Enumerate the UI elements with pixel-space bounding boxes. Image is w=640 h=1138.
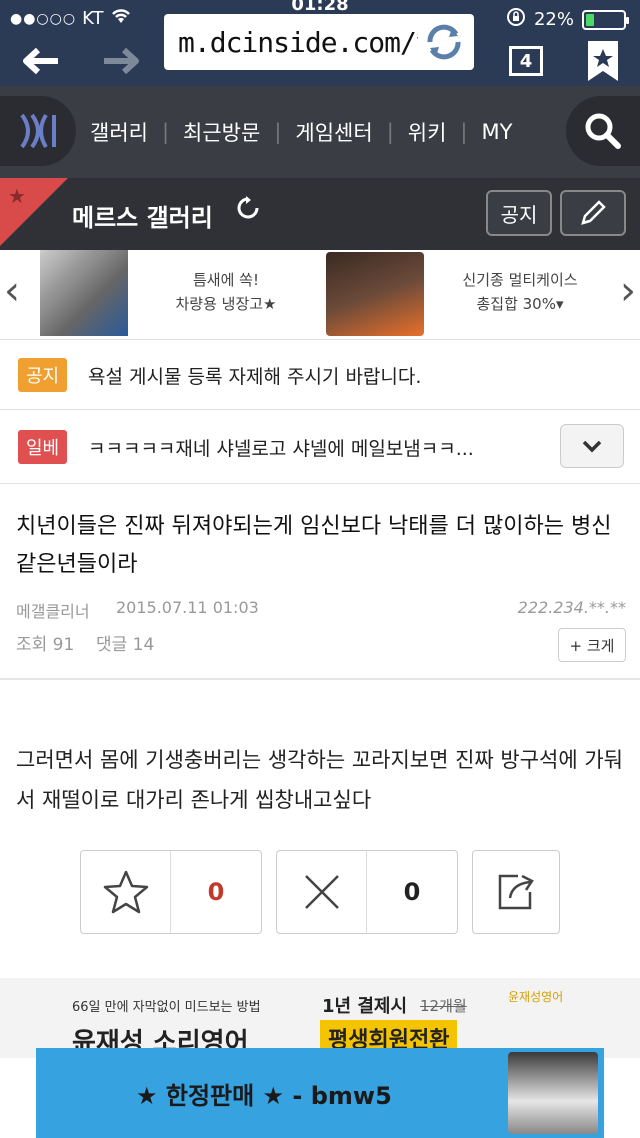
nav-item-gallery[interactable]: 갤러리 — [90, 117, 148, 147]
post-comments[interactable]: 댓글 14 — [96, 630, 154, 655]
arrow-right-icon — [104, 47, 139, 75]
post-author[interactable]: 메갤클리너 — [16, 598, 90, 622]
ad-right-line1: 신기종 멀티케이스 — [462, 271, 578, 289]
ad-image-multicase[interactable] — [326, 252, 424, 336]
share-button[interactable] — [472, 850, 560, 934]
ad-image-car-fridge[interactable] — [40, 250, 128, 336]
notice-row[interactable]: 공지 욕설 게시물 등록 자제해 주시기 바랍니다. — [0, 340, 640, 410]
cross-icon — [304, 875, 339, 909]
post-ip: 222.234.**.** — [517, 598, 626, 617]
gallery-title[interactable]: 메르스 갤러리 — [72, 198, 213, 233]
star-icon — [103, 870, 148, 914]
upvote-button[interactable]: 0 — [80, 850, 262, 934]
hot-post-text: ㅋㅋㅋㅋㅋ재네 샤넬로고 샤넬에 메일보냄ㅋㅋ... — [88, 438, 474, 460]
nav-item-recent[interactable]: 최근방문 — [183, 117, 260, 147]
nav-menu: 갤러리 | 최근방문 | 게임센터 | 위키 | MY — [90, 86, 512, 178]
upvote-count: 0 — [207, 878, 225, 906]
status-right: 22% — [506, 7, 629, 32]
ad-banner-english[interactable]: 66일 만에 자막없이 미드보는 방법 윤재성 소리영어 1년 결제시 12개월… — [0, 978, 640, 1058]
ad-right-line2: 총집합 30%▾ — [476, 295, 564, 313]
ad-banner-bmw[interactable]: ★ 한정판매 ★ - bmw5 — [36, 1048, 604, 1138]
notice-badge: 공지 — [18, 358, 68, 392]
chevron-left-icon[interactable]: ‹ — [4, 268, 20, 314]
back-button[interactable] — [12, 36, 68, 86]
battery-percent: 22% — [533, 9, 574, 30]
ad-left-line1: 틈새에 쏙! — [193, 271, 259, 289]
rotation-lock-icon — [506, 7, 526, 32]
gallery-header: ★ 메르스 갤러리 공지 — [0, 178, 640, 250]
share-icon — [498, 874, 534, 910]
ad-left-line2: 차량용 냉장고★ — [175, 295, 277, 313]
post-date: 2015.07.11 01:03 — [116, 598, 259, 617]
address-bar[interactable]: m.dcinside.com/v — [164, 14, 474, 70]
hot-post-row[interactable]: 일베 ㅋㅋㅋㅋㅋ재네 샤넬로고 샤넬에 메일보냄ㅋㅋ... — [0, 410, 640, 484]
reload-icon[interactable] — [422, 24, 466, 64]
nav-separator: | — [274, 120, 282, 144]
ad2-line1: 66일 만에 자막없이 미드보는 방법 — [72, 1000, 261, 1015]
ad-right-text[interactable]: 신기종 멀티케이스 총집합 30%▾ — [440, 268, 600, 316]
upvote-count-cell: 0 — [171, 851, 261, 933]
bookmark-button[interactable] — [578, 36, 628, 86]
nav-separator: | — [386, 120, 394, 144]
upvote-icon-cell — [81, 851, 171, 933]
bookmark-star-icon — [588, 41, 618, 81]
ad2-logo: 윤재성영어 — [508, 990, 564, 1004]
ad3-car-image — [508, 1052, 598, 1134]
enlarge-button[interactable]: + 크게 — [558, 628, 626, 662]
expand-button[interactable] — [560, 424, 624, 468]
nav-separator: | — [161, 120, 170, 144]
battery-icon — [582, 9, 629, 30]
share-icon-cell — [473, 851, 559, 933]
notice-text: 욕설 게시물 등록 자제해 주시기 바랍니다. — [88, 366, 422, 388]
nav-separator: | — [460, 120, 468, 144]
post-views: 조회 91 — [16, 635, 75, 655]
ad-left-text[interactable]: 틈새에 쏙! 차량용 냉장고★ — [156, 268, 296, 316]
search-button[interactable] — [566, 96, 640, 166]
post-title: 치년이들은 진짜 뒤져야되는게 임신보다 낙태를 더 많이하는 병신같은년들이라 — [16, 514, 612, 577]
chevron-right-icon[interactable]: › — [620, 268, 636, 314]
downvote-count: 0 — [403, 878, 421, 906]
favorite-star-icon[interactable]: ★ — [8, 184, 26, 208]
pencil-icon — [581, 200, 606, 225]
browser-toolbar: m.dcinside.com/v 4 — [0, 14, 640, 86]
nav-item-my[interactable]: MY — [481, 120, 512, 144]
enlarge-button-label: + 크게 — [569, 636, 615, 655]
chevron-down-icon — [582, 440, 602, 453]
downvote-icon-cell — [277, 851, 367, 933]
logo-icon — [20, 113, 56, 149]
refresh-icon[interactable] — [236, 196, 260, 226]
battery-level — [586, 13, 594, 26]
arrow-left-icon — [23, 47, 58, 75]
dcinside-logo[interactable] — [0, 96, 76, 166]
notice-button[interactable]: 공지 — [486, 190, 552, 236]
downvote-count-cell: 0 — [367, 851, 457, 933]
nav-item-wiki[interactable]: 위키 — [408, 117, 447, 147]
search-icon — [585, 113, 621, 149]
nav-item-game-center[interactable]: 게임센터 — [295, 117, 372, 147]
notice-button-label: 공지 — [500, 202, 538, 227]
post-header: 치년이들은 진짜 뒤져야되는게 임신보다 낙태를 더 많이하는 병신같은년들이라… — [0, 488, 640, 680]
ad3-text: ★ 한정판매 ★ - bmw5 — [136, 1082, 392, 1110]
url-text: m.dcinside.com/v — [178, 26, 418, 59]
tabs-count: 4 — [509, 46, 543, 76]
hot-post-badge: 일베 — [18, 430, 68, 464]
site-nav: 갤러리 | 최근방문 | 게임센터 | 위키 | MY — [0, 86, 640, 178]
write-button[interactable] — [560, 190, 626, 236]
ad-carousel: ‹ 틈새에 쏙! 차량용 냉장고★ 신기종 멀티케이스 총집합 30%▾ › — [0, 250, 640, 340]
ad2-strike: 12개월 — [420, 997, 467, 1015]
downvote-button[interactable]: 0 — [276, 850, 458, 934]
forward-button[interactable] — [94, 36, 150, 86]
tabs-button[interactable]: 4 — [496, 36, 556, 86]
ad2-right1: 1년 결제시 — [322, 996, 408, 1017]
post-body: 그러면서 몸에 기생충버리는 생각하는 꼬라지보면 진짜 방구석에 가둬서 재떨… — [16, 748, 624, 812]
